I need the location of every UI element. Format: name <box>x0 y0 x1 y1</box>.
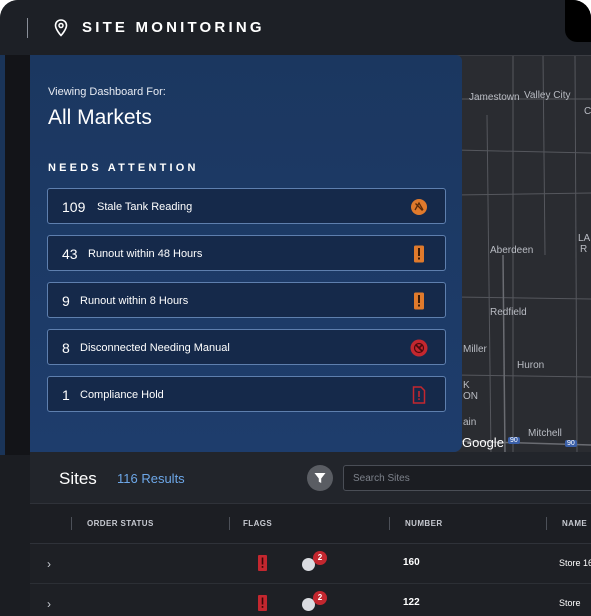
left-sidebar-strip <box>0 55 30 455</box>
page-title: SITE MONITORING <box>82 19 265 36</box>
alert-runout-48-hours[interactable]: 43 Runout within 48 Hours <box>47 235 446 271</box>
app-window: SITE MONITORING Jamestown Valley City C … <box>0 0 591 616</box>
alert-label: Runout within 8 Hours <box>80 295 189 307</box>
table-row[interactable]: › 2 122 Store <box>30 584 591 616</box>
divider <box>27 18 28 38</box>
column-header-number[interactable]: NUMBER <box>405 519 443 528</box>
column-divider <box>546 517 547 530</box>
warning-icon <box>414 292 424 310</box>
disconnected-icon <box>410 339 428 357</box>
alert-flag-icon <box>258 555 267 571</box>
warning-icon <box>414 245 424 263</box>
alert-count: 1 <box>62 387 70 403</box>
needs-attention-heading: NEEDS ATTENTION <box>48 162 199 174</box>
alert-label: Runout within 48 Hours <box>88 248 203 260</box>
map-label: Mitchell <box>528 428 562 439</box>
column-divider <box>71 517 72 530</box>
google-logo: Google <box>462 435 504 450</box>
sites-title: Sites <box>59 469 97 488</box>
alert-count: 109 <box>62 199 86 215</box>
site-number: 122 <box>403 597 420 608</box>
site-name: Store <box>559 598 581 608</box>
results-count: 116 Results <box>117 471 185 486</box>
flag-count-badge: 2 <box>313 591 327 605</box>
column-divider <box>389 517 390 530</box>
site-number: 160 <box>403 557 420 568</box>
alert-label: Disconnected Needing Manual <box>80 342 230 354</box>
dashboard-panel: Viewing Dashboard For: All Markets NEEDS… <box>30 55 462 452</box>
site-name: Store 16 <box>559 558 591 568</box>
highway-shield: 90 <box>508 437 520 444</box>
alert-disconnected-needing-manual[interactable]: 8 Disconnected Needing Manual <box>47 329 446 365</box>
map-label: R <box>580 244 588 255</box>
search-input[interactable] <box>343 465 591 491</box>
expand-chevron-icon[interactable]: › <box>47 597 51 611</box>
map[interactable]: Jamestown Valley City Ca Aberdeen LA R R… <box>455 55 591 455</box>
market-name[interactable]: All Markets <box>48 106 152 130</box>
top-bar: SITE MONITORING <box>0 0 591 55</box>
alert-stale-tank-reading[interactable]: 109 Stale Tank Reading <box>47 188 446 224</box>
column-divider <box>229 517 230 530</box>
column-header-order-status[interactable]: ORDER STATUS <box>87 519 154 528</box>
sites-header: Sites 116 Results <box>30 452 591 504</box>
map-label: ain <box>463 417 477 428</box>
stale-reading-icon <box>411 199 427 215</box>
table-header: ORDER STATUS FLAGS NUMBER NAME <box>30 504 591 544</box>
map-label: ON <box>463 391 478 402</box>
window-corner <box>565 0 591 42</box>
highway-shield: 90 <box>565 440 577 447</box>
alert-count: 8 <box>62 340 70 356</box>
map-label: Miller <box>463 344 487 355</box>
map-label: Huron <box>517 360 545 371</box>
column-header-name[interactable]: NAME <box>562 519 587 528</box>
table-row[interactable]: › 2 160 Store 16 <box>30 544 591 584</box>
sidebar-accent <box>0 55 5 455</box>
alert-label: Compliance Hold <box>80 389 164 401</box>
map-label: K <box>463 380 470 391</box>
location-pin-icon <box>54 19 68 37</box>
viewing-label: Viewing Dashboard For: <box>48 86 166 98</box>
flag-count-badge: 2 <box>313 551 327 565</box>
alert-compliance-hold[interactable]: 1 Compliance Hold <box>47 376 446 412</box>
filter-icon <box>314 473 326 483</box>
compliance-doc-icon <box>412 386 426 404</box>
filter-button[interactable] <box>307 465 333 491</box>
alert-flag-icon <box>258 595 267 611</box>
sites-section: Sites 116 Results ORDER STATUS FLAGS NUM… <box>30 452 591 616</box>
alert-label: Stale Tank Reading <box>97 201 193 213</box>
map-label: LA <box>578 233 591 244</box>
map-label: Aberdeen <box>490 245 534 256</box>
expand-chevron-icon[interactable]: › <box>47 557 51 571</box>
column-header-flags[interactable]: FLAGS <box>243 519 272 528</box>
map-label: Jamestown <box>469 92 520 103</box>
alert-count: 43 <box>62 246 78 262</box>
alert-count: 9 <box>62 293 70 309</box>
alert-runout-8-hours[interactable]: 9 Runout within 8 Hours <box>47 282 446 318</box>
map-label: Redfield <box>490 307 527 318</box>
map-label: Ca <box>584 106 591 117</box>
map-label: Valley City <box>524 90 571 101</box>
